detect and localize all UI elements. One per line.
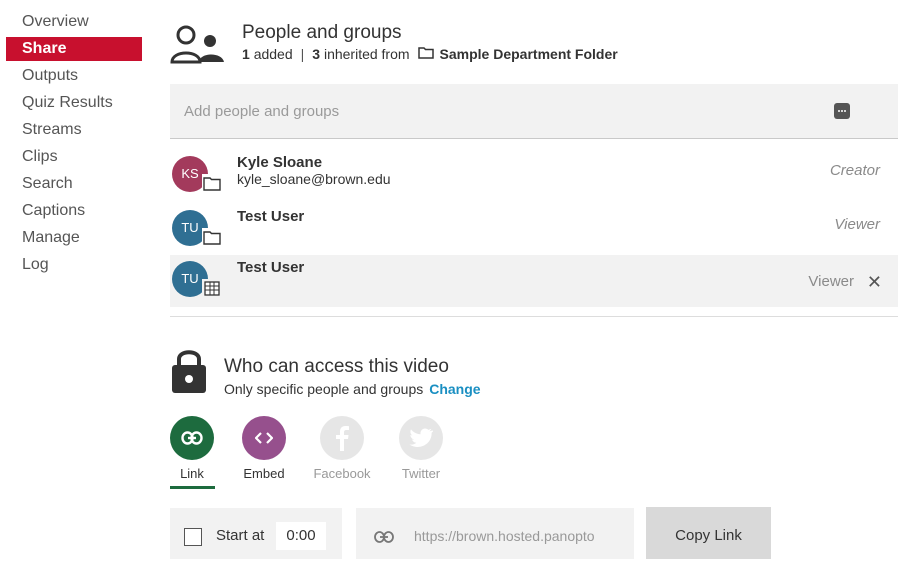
folder-icon xyxy=(202,228,222,246)
nav-item-manage[interactable]: Manage xyxy=(0,226,150,253)
change-access-link[interactable]: Change xyxy=(429,381,480,397)
added-count: 1 xyxy=(242,46,250,62)
share-option-facebook[interactable]: Facebook xyxy=(310,416,374,481)
nav-item-captions[interactable]: Captions xyxy=(0,199,150,226)
inherited-folder-name[interactable]: Sample Department Folder xyxy=(440,46,618,62)
person-name: Test User xyxy=(237,208,305,225)
start-at-checkbox[interactable] xyxy=(184,528,202,546)
twitter-icon[interactable] xyxy=(399,416,443,460)
inherited-text: inherited from xyxy=(323,46,410,62)
share-url[interactable]: https://brown.hosted.panopto xyxy=(414,528,595,544)
share-option-twitter[interactable]: Twitter xyxy=(389,416,453,481)
add-people-placeholder: Add people and groups xyxy=(184,103,340,120)
access-level-text: Only specific people and groups xyxy=(224,381,424,397)
access-subtitle: Only specific people and groups Change xyxy=(224,381,481,397)
share-link-field[interactable]: https://brown.hosted.panopto xyxy=(356,508,634,559)
person-row: KS Kyle Sloane kyle_sloane@brown.edu Cre… xyxy=(170,150,898,202)
people-icon xyxy=(170,24,226,69)
facebook-icon[interactable] xyxy=(320,416,364,460)
share-option-link[interactable]: Link xyxy=(160,416,224,481)
nav-item-streams[interactable]: Streams xyxy=(0,118,150,145)
building-icon xyxy=(202,279,222,297)
share-option-label: Embed xyxy=(243,466,285,481)
nav-item-overview[interactable]: Overview xyxy=(0,10,150,37)
nav-item-clips[interactable]: Clips xyxy=(0,145,150,172)
nav-item-share[interactable]: Share xyxy=(6,37,142,61)
person-role[interactable]: Viewer xyxy=(808,273,854,290)
lock-icon xyxy=(170,346,208,399)
person-email: kyle_sloane@brown.edu xyxy=(237,171,391,187)
add-people-input[interactable]: Add people and groups xyxy=(170,84,898,139)
folder-icon xyxy=(417,46,434,62)
embed-icon[interactable] xyxy=(242,416,286,460)
section-divider xyxy=(170,316,898,317)
inherited-count: 3 xyxy=(312,46,321,62)
share-option-label: Twitter xyxy=(401,466,441,481)
nav-item-outputs[interactable]: Outputs xyxy=(0,64,150,91)
access-title: Who can access this video xyxy=(224,356,449,377)
folder-icon xyxy=(202,174,222,192)
nav-item-quiz-results[interactable]: Quiz Results xyxy=(0,91,150,118)
person-row: TU Test User Viewer xyxy=(170,204,898,256)
sidebar-nav: Overview Share Outputs Quiz Results Stre… xyxy=(0,10,150,280)
selected-option-indicator xyxy=(170,486,215,489)
people-groups-title: People and groups xyxy=(242,22,402,43)
person-name: Kyle Sloane xyxy=(237,154,323,171)
more-options-icon[interactable] xyxy=(834,103,850,119)
person-role: Viewer xyxy=(834,216,880,233)
share-option-label: Facebook xyxy=(313,466,371,481)
link-icon[interactable] xyxy=(170,416,214,460)
start-time-input[interactable]: 0:00 xyxy=(276,522,326,550)
remove-person-button[interactable]: ✕ xyxy=(867,272,882,293)
people-groups-summary: 1 added | 3 inherited from Sample Depart… xyxy=(242,46,618,62)
nav-item-log[interactable]: Log xyxy=(0,253,150,280)
link-icon xyxy=(374,530,394,548)
share-option-label: Link xyxy=(180,466,204,481)
start-at-label: Start at xyxy=(216,527,265,544)
copy-link-button[interactable]: Copy Link xyxy=(646,507,771,559)
start-at-control: Start at 0:00 xyxy=(170,508,342,559)
person-role: Creator xyxy=(829,162,880,179)
person-name: Test User xyxy=(237,259,305,276)
added-text: added xyxy=(253,46,293,62)
summary-separator: | xyxy=(300,46,305,62)
person-row: TU Test User Viewer ✕ xyxy=(170,255,898,307)
share-option-embed[interactable]: Embed xyxy=(232,416,296,481)
nav-item-search[interactable]: Search xyxy=(0,172,150,199)
